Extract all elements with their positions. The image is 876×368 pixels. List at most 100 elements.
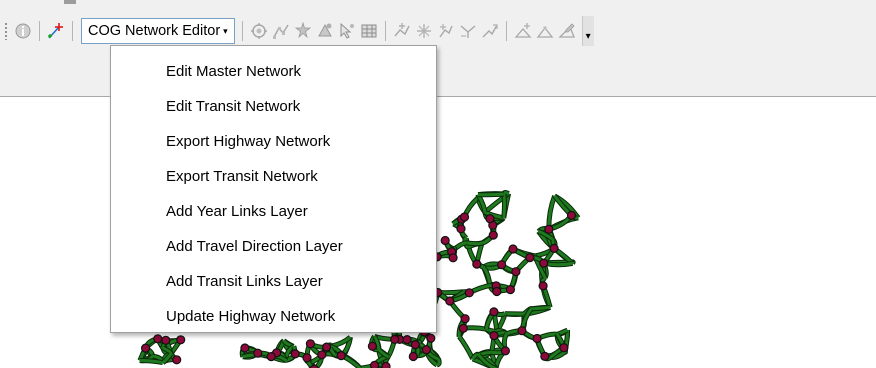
network-node [489,307,499,317]
snap-icon[interactable] [536,22,554,40]
cog-network-editor-dropdown[interactable]: COG Network Editor ▾ [81,18,235,44]
network-node [511,267,521,277]
network-node [240,343,250,353]
network-node [266,352,276,362]
network-node [448,253,458,263]
network-node [566,210,577,221]
trace-link-icon[interactable] [481,22,499,40]
network-node [544,224,554,234]
menu-item-edit-master-network[interactable]: Edit Master Network [111,56,436,86]
network-node [141,343,151,353]
toolbar-overflow-button[interactable]: ▾ [581,16,594,46]
select-feature-icon[interactable] [338,22,356,40]
network-node [322,342,332,352]
network-node [421,345,431,355]
reshape-icon[interactable] [272,22,290,40]
network-node [408,351,418,362]
network-node [525,252,535,263]
toolbar-separator [384,21,386,41]
menu-item-edit-transit-network[interactable]: Edit Transit Network [111,91,436,121]
network-node [290,349,300,359]
add-node-icon[interactable] [47,22,65,40]
menu-item-add-year-links-layer[interactable]: Add Year Links Layer [111,196,436,226]
toolbar-separator [241,21,243,41]
menu-item-label: Edit Master Network [166,62,302,80]
network-node [464,288,474,298]
network-node [500,346,510,356]
cog-network-editor-label: COG Network Editor [88,23,221,39]
network-node [445,296,455,306]
toolbar-separator [505,21,507,41]
network-node [489,331,499,341]
network-link [466,241,483,246]
network-node [440,235,450,246]
network-editor-toolbar: COG Network Editor ▾ ▾ [0,16,850,46]
menu-item-add-transit-links-layer[interactable]: Add Transit Links Layer [111,266,436,296]
network-node [336,351,346,361]
menu-item-update-highway-network[interactable]: Update Highway Network [111,301,436,331]
network-node [367,341,377,351]
menu-item-label: Export Highway Network [166,132,331,150]
network-node [538,281,548,291]
network-node [485,214,495,224]
toolbar-separator [72,21,73,41]
split-icon[interactable] [294,22,312,40]
toolbar-grip[interactable] [4,22,8,40]
delete-link-icon[interactable] [415,22,433,40]
network-node [302,353,312,363]
menu-item-export-highway-network[interactable]: Export Highway Network [111,126,436,156]
network-node [402,335,412,345]
network-node [505,284,515,295]
menu-item-label: Add Year Links Layer [166,202,308,220]
menu-item-label: Edit Transit Network [166,97,301,115]
menu-item-label: Add Travel Direction Layer [166,237,343,255]
merge-link-icon[interactable] [459,22,477,40]
network-node [317,350,327,360]
edit-tool-icon[interactable] [250,22,268,40]
network-link [531,305,551,311]
network-node [176,335,186,345]
network-node [172,355,182,365]
add-vertex-icon[interactable] [514,22,532,40]
attributes-icon[interactable] [316,22,334,40]
network-link [457,335,475,360]
network-node [549,243,559,254]
identify-icon[interactable] [14,22,32,40]
network-node [458,323,468,333]
network-node [153,334,163,344]
toolbar-separator [39,21,40,41]
network-node [532,333,542,344]
network-node [390,334,400,344]
network-node [161,335,171,345]
menu-item-add-travel-direction-layer[interactable]: Add Travel Direction Layer [111,231,436,261]
network-node [456,224,466,234]
overflow-chevron-icon: ▾ [585,31,591,42]
menu-item-export-transit-network[interactable]: Export Transit Network [111,161,436,191]
network-node [539,258,549,268]
network-node [497,260,507,270]
network-link [478,192,505,197]
add-link-icon[interactable] [393,22,411,40]
menu-item-label: Add Transit Links Layer [166,272,323,290]
table-icon[interactable] [360,22,378,40]
network-node [370,360,380,368]
network-node [492,286,502,297]
move-link-icon[interactable] [437,22,455,40]
network-node [517,326,527,336]
network-node [508,244,518,254]
menu-item-label: Update Highway Network [166,307,336,325]
toolbar-edge-marker [64,0,76,4]
network-node [253,348,263,358]
network-node [381,361,391,368]
chevron-down-icon: ▾ [223,25,228,36]
network-node [488,230,498,240]
network-node [472,259,482,269]
network-node [426,333,436,343]
measure-icon[interactable] [558,22,576,40]
menu-item-label: Export Transit Network [166,167,318,185]
network-node [540,351,550,361]
network-node [460,314,470,324]
network-node [305,339,315,349]
network-node [459,212,470,222]
network-node [410,340,420,350]
